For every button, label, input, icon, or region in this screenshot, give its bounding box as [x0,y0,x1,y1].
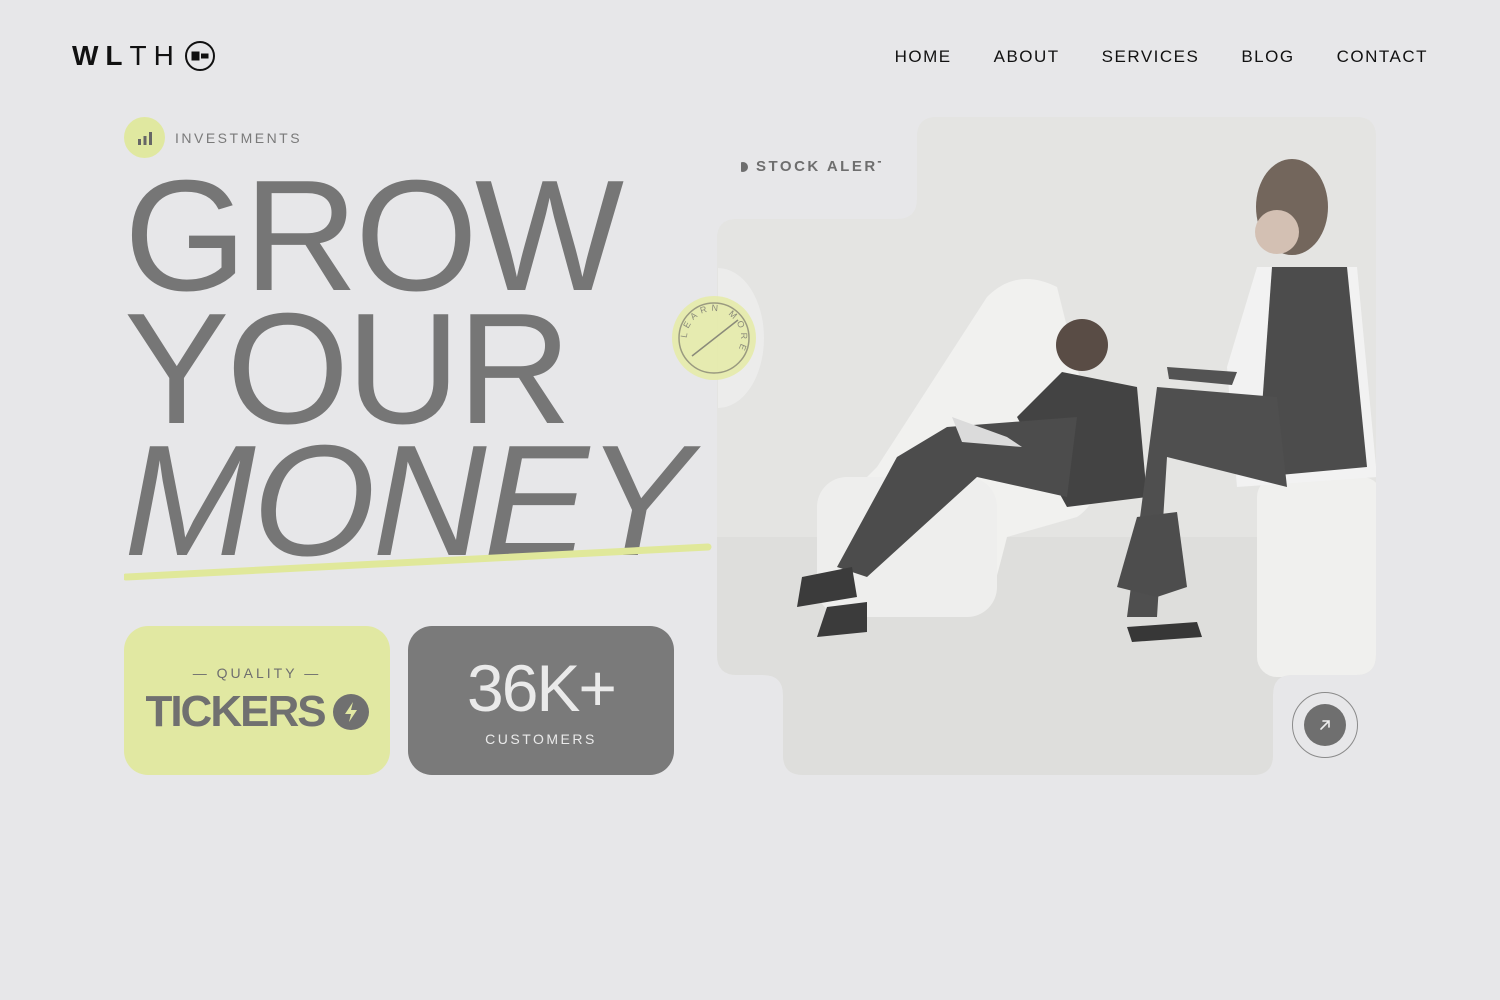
live-dot-icon [741,161,748,172]
nav-home[interactable]: HOME [895,47,952,67]
customers-count: 36K+ [467,650,617,725]
stock-alerts-label: STOCK ALERTS [756,158,881,175]
logo-mark-icon [184,41,215,71]
arrow-up-right-icon [1304,704,1346,746]
nav-about[interactable]: ABOUT [994,47,1060,67]
nav-contact[interactable]: CONTACT [1337,47,1428,67]
customers-stat-card: 36K+ CUSTOMERS [408,626,674,775]
hero-headline: GROW YOUR MONEY [124,157,691,580]
arrow-link-button[interactable] [1292,692,1358,758]
headline-underline [124,543,712,581]
hero-photo [717,117,1376,775]
learn-more-badge[interactable]: LEARN MORE [672,268,764,408]
quality-tickers-card[interactable]: — QUALITY — TICKERS [124,626,390,775]
nav-blog[interactable]: BLOG [1241,47,1294,67]
main-nav: HOME ABOUT SERVICES BLOG CONTACT [895,47,1428,67]
logo-text: WLTH [72,40,181,71]
nav-services[interactable]: SERVICES [1102,47,1200,67]
customers-label: CUSTOMERS [485,730,597,747]
stock-alerts-ticker[interactable]: STOCK ALERTS [741,158,881,175]
quality-kicker: — QUALITY — [192,664,322,681]
tickers-title: TICKERS [145,686,326,736]
logo[interactable]: WLTH [72,40,215,72]
lightning-bolt-icon [332,693,369,730]
tag-label: INVESTMENTS [175,129,303,146]
